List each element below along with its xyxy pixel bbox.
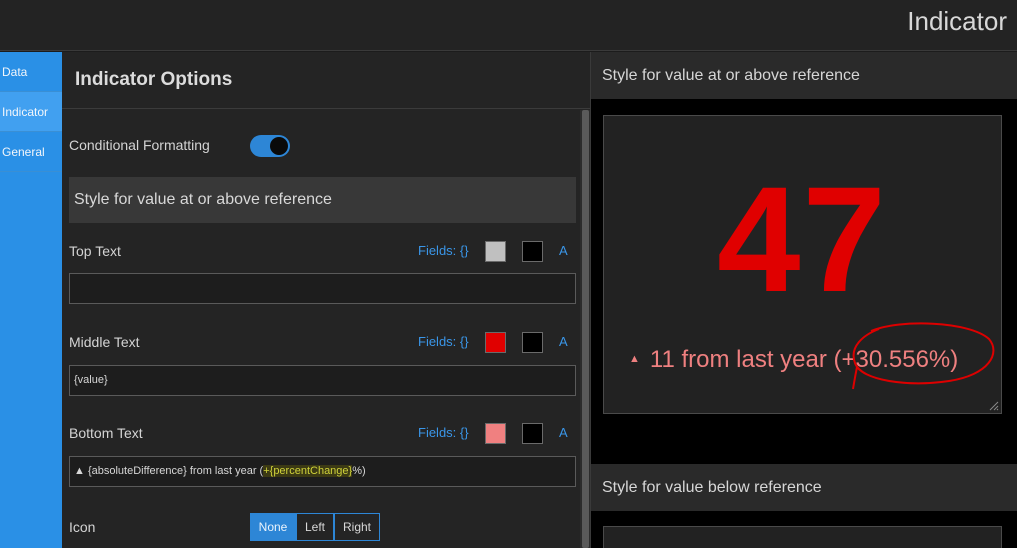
- middle-text-label: Middle Text: [69, 334, 140, 350]
- middle-text-input[interactable]: {value}: [69, 365, 576, 396]
- top-text-color-swatch[interactable]: [485, 241, 506, 262]
- conditional-formatting-row: Conditional Formatting: [69, 135, 576, 157]
- page-title: Indicator: [907, 6, 1007, 36]
- section-title-above-reference[interactable]: Style for value at or above reference: [69, 177, 576, 223]
- conditional-formatting-toggle[interactable]: [250, 135, 290, 157]
- preview-below-title: Style for value below reference: [591, 464, 1017, 511]
- top-text-fields-link[interactable]: Fields: {}: [418, 243, 469, 258]
- top-text-label: Top Text: [69, 243, 121, 259]
- middle-text-fields-link[interactable]: Fields: {}: [418, 334, 469, 349]
- preview-above-title: Style for value at or above reference: [591, 52, 1017, 99]
- bottom-text-row: Bottom Text Fields: {} A: [69, 423, 576, 445]
- bottom-text-label: Bottom Text: [69, 425, 143, 441]
- icon-row: Icon None Left Right: [69, 513, 576, 541]
- bottom-text-suffix: %): [352, 465, 366, 477]
- preview-big-value: 47: [717, 155, 888, 323]
- indicator-options-panel: Indicator Options Conditional Formatting…: [62, 52, 590, 548]
- icon-label: Icon: [69, 519, 96, 535]
- resize-handle-icon[interactable]: [989, 401, 999, 411]
- bottom-text-prefix: ▲ {absoluteDifference} from last year (: [74, 465, 264, 477]
- top-text-row: Top Text Fields: {} A: [69, 241, 576, 263]
- sidebar-item-data[interactable]: Data: [0, 52, 62, 92]
- bottom-text-fields-link[interactable]: Fields: {}: [418, 425, 469, 440]
- middle-text-row: Middle Text Fields: {} A: [69, 332, 576, 354]
- icon-none-button[interactable]: None: [250, 513, 296, 541]
- conditional-formatting-label: Conditional Formatting: [69, 137, 210, 153]
- bottom-text-color-swatch[interactable]: [485, 423, 506, 444]
- icon-right-button[interactable]: Right: [334, 513, 380, 541]
- preview-card-below: [603, 526, 1002, 548]
- scrollbar-thumb[interactable]: [582, 110, 589, 548]
- bottom-text-highlight: +{percentChange}: [263, 465, 353, 477]
- triangle-up-icon: ▲: [629, 353, 640, 365]
- middle-text-color-swatch[interactable]: [485, 332, 506, 353]
- bottom-text-input[interactable]: ▲ {absoluteDifference} from last year (+…: [69, 456, 576, 487]
- app-header: Indicator: [0, 0, 1017, 51]
- options-title: Indicator Options: [75, 69, 233, 90]
- bottom-text-background-swatch[interactable]: [522, 423, 543, 444]
- middle-text-background-swatch[interactable]: [522, 332, 543, 353]
- sidebar-item-general[interactable]: General: [0, 132, 62, 172]
- preview-card-above: 47 ▲ 11 from last year (+30.556%): [603, 115, 1002, 414]
- top-text-font-button[interactable]: A: [559, 243, 568, 258]
- options-header: Indicator Options: [62, 52, 590, 109]
- top-text-input[interactable]: [69, 273, 576, 304]
- sidebar: Data Indicator General: [0, 52, 62, 548]
- toggle-knob: [270, 137, 288, 155]
- middle-text-font-button[interactable]: A: [559, 334, 568, 349]
- preview-panel: Style for value at or above reference 47…: [590, 52, 1017, 548]
- red-circle-annotation: [852, 322, 995, 390]
- bottom-text-font-button[interactable]: A: [559, 425, 568, 440]
- top-text-background-swatch[interactable]: [522, 241, 543, 262]
- sidebar-item-indicator[interactable]: Indicator: [0, 92, 62, 132]
- icon-left-button[interactable]: Left: [296, 513, 334, 541]
